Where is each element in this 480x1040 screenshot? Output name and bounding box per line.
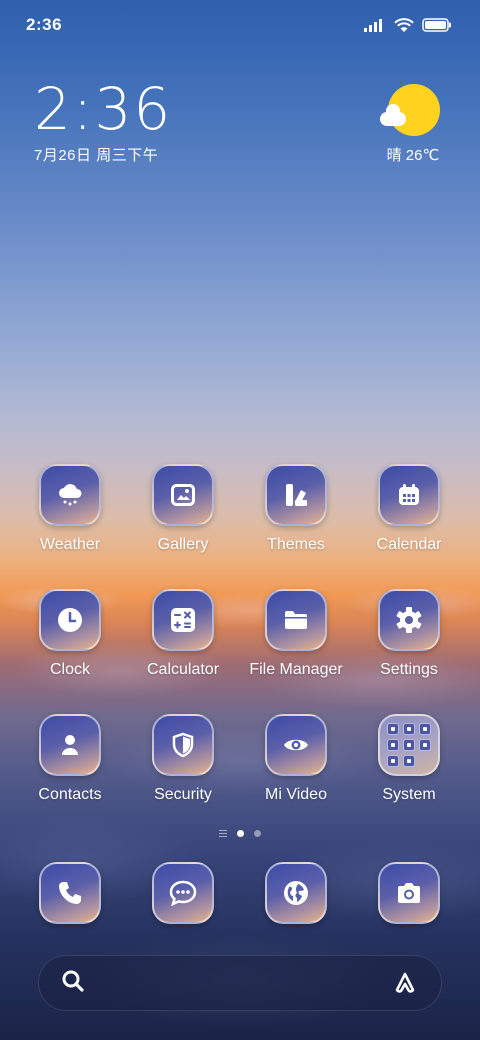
app-calendar[interactable]: Calendar: [354, 464, 464, 554]
app-clock[interactable]: Clock: [15, 589, 125, 679]
weather-widget[interactable]: 晴 26℃: [378, 82, 448, 165]
app-system-folder[interactable]: System: [354, 714, 464, 804]
shield-icon: [152, 714, 214, 776]
battery-icon: [422, 18, 452, 32]
app-calculator[interactable]: Calculator: [128, 589, 238, 679]
dock-browser[interactable]: [241, 862, 351, 924]
page-indicator[interactable]: [0, 830, 480, 837]
clock-icon: [39, 589, 101, 651]
app-label: Clock: [49, 661, 90, 678]
signal-icon: [364, 18, 386, 32]
app-drawer-lines-icon[interactable]: [219, 830, 227, 837]
app-label: Settings: [380, 661, 438, 678]
app-label: Calculator: [146, 661, 220, 678]
clock-widget[interactable]: 2:36 7月26日 周三下午: [34, 78, 172, 165]
dock-camera[interactable]: [354, 862, 464, 924]
status-time: 2:36: [26, 15, 63, 34]
app-label: Security: [154, 786, 212, 803]
folder-grid-icon: [378, 714, 440, 776]
partly-sunny-icon: [378, 82, 448, 138]
app-label: System: [382, 786, 436, 803]
person-icon: [39, 714, 101, 776]
assistant-icon[interactable]: [391, 969, 419, 998]
weather-snow-cloud-icon: [39, 464, 101, 526]
app-label: Mi Video: [265, 786, 327, 803]
app-security[interactable]: Security: [128, 714, 238, 804]
app-label: Calendar: [376, 536, 442, 553]
eye-icon: [265, 714, 327, 776]
app-label: Contacts: [38, 786, 102, 803]
search-icon[interactable]: [61, 969, 85, 998]
gear-icon: [378, 589, 440, 651]
status-bar: 2:36: [0, 0, 480, 50]
status-icons: [364, 17, 452, 33]
calculator-icon: [152, 589, 214, 651]
widget-date: 7月26日 周三下午: [34, 147, 159, 164]
folder-icon: [265, 589, 327, 651]
calendar-icon: [378, 464, 440, 526]
app-file-manager[interactable]: File Manager: [241, 589, 351, 679]
app-contacts[interactable]: Contacts: [15, 714, 125, 804]
weather-text: 晴 26℃: [386, 147, 440, 164]
dock-messages[interactable]: [128, 862, 238, 924]
app-gallery[interactable]: Gallery: [128, 464, 238, 554]
app-label: File Manager: [249, 661, 343, 678]
page-dot-active[interactable]: [237, 830, 244, 837]
themes-brush-icon: [265, 464, 327, 526]
dock-phone[interactable]: [15, 862, 125, 924]
widget-time: 2:36: [34, 75, 173, 143]
camera-icon: [378, 862, 440, 924]
gallery-image-icon: [152, 464, 214, 526]
phone-icon: [39, 862, 101, 924]
search-bar[interactable]: [38, 955, 442, 1011]
app-label: Themes: [267, 536, 325, 553]
message-icon: [152, 862, 214, 924]
browser-globe-icon: [265, 862, 327, 924]
app-weather[interactable]: Weather: [15, 464, 125, 554]
app-label: Weather: [39, 536, 101, 553]
wifi-icon: [394, 17, 414, 33]
app-label: Gallery: [157, 536, 209, 553]
app-themes[interactable]: Themes: [241, 464, 351, 554]
app-mi-video[interactable]: Mi Video: [241, 714, 351, 804]
page-dot[interactable]: [254, 830, 261, 837]
app-settings[interactable]: Settings: [354, 589, 464, 679]
